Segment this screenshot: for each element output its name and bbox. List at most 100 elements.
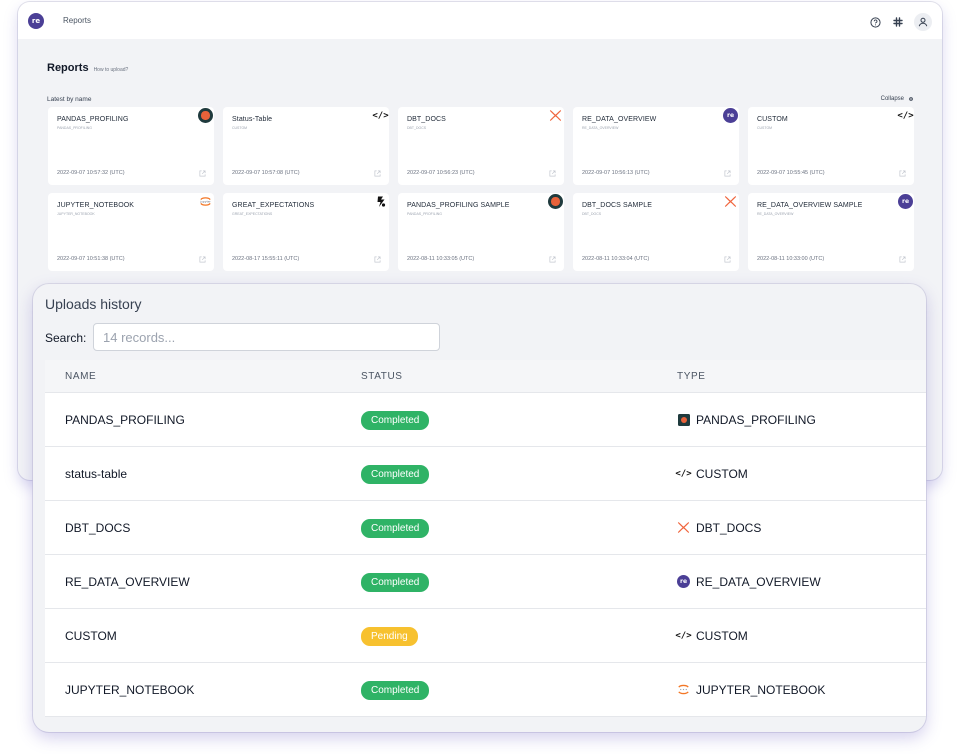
card-subtitle: PANDAS_PROFILING (407, 212, 442, 216)
row-name: CUSTOM (65, 628, 117, 643)
external-link-icon[interactable] (899, 256, 906, 263)
card-subtitle: CUSTOM (757, 126, 773, 130)
card-title: RE_DATA_OVERVIEW (582, 116, 657, 123)
code-icon: </> (675, 468, 692, 479)
collapse-icon (909, 97, 913, 101)
collapse-button[interactable]: Collapse (881, 96, 914, 102)
row-name: DBT_DOCS (65, 520, 131, 535)
status-badge: Completed (361, 518, 430, 538)
external-link-icon[interactable] (724, 256, 731, 263)
page-title: Reports (47, 62, 89, 74)
card-subtitle: DBT_DOCS (407, 126, 427, 130)
row-name: status-table (65, 466, 128, 481)
table-row[interactable]: DBT_DOCS Completed DBT_DOCS (45, 501, 926, 555)
card-title: DBT_DOCS (407, 116, 446, 123)
collapse-label: Collapse (880, 96, 904, 102)
report-card[interactable]: </> CUSTOM CUSTOM 2022-09-07 10:55:45 (U… (748, 107, 914, 185)
card-title: RE_DATA_OVERVIEW SAMPLE (757, 202, 863, 209)
report-card[interactable]: PANDAS_PROFILING SAMPLE PANDAS_PROFILING… (398, 193, 564, 271)
jupyter-icon (677, 683, 690, 696)
uploads-history-title: Uploads history (45, 296, 142, 312)
card-title: Status-Table (232, 116, 273, 123)
table-row[interactable]: PANDAS_PROFILING Completed PANDAS_PROFIL… (45, 393, 926, 447)
column-header-status[interactable]: STATUS (361, 371, 677, 382)
card-subtitle: GREAT_EXPECTATIONS (232, 212, 273, 216)
uploads-history-panel: Uploads history Search: NAME STATUS TYPE… (33, 284, 926, 732)
row-name: RE_DATA_OVERVIEW (65, 574, 190, 589)
row-type: JUPYTER_NOTEBOOK (696, 682, 826, 697)
status-badge: Completed (361, 410, 430, 430)
pandas-icon (548, 194, 563, 209)
report-card[interactable]: jupyter JUPYTER_NOTEBOOK JUPYTER_NOTEBOO… (48, 193, 214, 271)
status-badge: Pending (361, 626, 418, 646)
card-date: 2022-08-11 10:33:05 (UTC) (407, 256, 475, 262)
external-link-icon[interactable] (549, 170, 556, 177)
external-link-icon[interactable] (199, 256, 206, 263)
row-type: RE_DATA_OVERVIEW (696, 574, 821, 589)
re-data-icon: re (677, 575, 690, 588)
svg-text:jupyter: jupyter (199, 200, 211, 204)
card-title: JUPYTER_NOTEBOOK (57, 202, 135, 209)
uploads-table: NAME STATUS TYPE PANDAS_PROFILING Comple… (45, 360, 926, 717)
row-type: CUSTOM (696, 628, 748, 643)
table-row[interactable]: RE_DATA_OVERVIEW Completed re RE_DATA_OV… (45, 555, 926, 609)
card-title: CUSTOM (757, 116, 788, 123)
latest-by-name-label: Latest by name (47, 96, 92, 103)
external-link-icon[interactable] (374, 256, 381, 263)
external-link-icon[interactable] (199, 170, 206, 177)
column-header-name[interactable]: NAME (45, 371, 361, 382)
card-date: 2022-09-07 10:55:45 (UTC) (757, 170, 825, 176)
report-card[interactable]: GREAT_EXPECTATIONS GREAT_EXPECTATIONS 20… (223, 193, 389, 271)
card-date: 2022-09-07 10:57:08 (UTC) (232, 170, 300, 176)
card-date: 2022-09-07 10:56:13 (UTC) (582, 170, 650, 176)
slack-icon[interactable] (891, 15, 905, 29)
report-card[interactable]: DBT_DOCS SAMPLE DBT_DOCS 2022-08-11 10:3… (573, 193, 739, 271)
external-link-icon[interactable] (374, 170, 381, 177)
card-title: PANDAS_PROFILING SAMPLE (407, 202, 510, 209)
great-expectations-icon (373, 194, 388, 209)
help-icon[interactable] (868, 15, 882, 29)
re-data-icon: re (723, 108, 738, 123)
re-data-icon: re (898, 194, 913, 209)
dbt-icon (723, 194, 738, 209)
table-row[interactable]: JUPYTER_NOTEBOOK Completed JUPYTER_NOTEB… (45, 663, 926, 717)
pandas-icon (198, 108, 213, 123)
report-card[interactable]: PANDAS_PROFILING PANDAS_PROFILING 2022-0… (48, 107, 214, 185)
table-header: NAME STATUS TYPE (45, 360, 926, 393)
search-input[interactable] (93, 323, 440, 351)
column-header-type[interactable]: TYPE (677, 371, 926, 382)
row-type: DBT_DOCS (696, 520, 762, 535)
card-subtitle: DBT_DOCS (582, 212, 602, 216)
report-card[interactable]: </> Status-Table CUSTOM 2022-09-07 10:57… (223, 107, 389, 185)
card-title: DBT_DOCS SAMPLE (582, 202, 652, 209)
report-card[interactable]: DBT_DOCS DBT_DOCS 2022-09-07 10:56:23 (U… (398, 107, 564, 185)
code-icon: </> (372, 110, 389, 121)
external-link-icon[interactable] (549, 256, 556, 263)
card-date: 2022-08-11 10:33:04 (UTC) (582, 256, 650, 262)
external-link-icon[interactable] (724, 170, 731, 177)
card-date: 2022-09-07 10:57:32 (UTC) (57, 170, 125, 176)
pandas-icon (677, 413, 690, 426)
dbt-icon (548, 108, 563, 123)
table-row[interactable]: CUSTOM Pending </> CUSTOM (45, 609, 926, 663)
report-card[interactable]: re RE_DATA_OVERVIEW RE_DATA_OVERVIEW 202… (573, 107, 739, 185)
code-icon: </> (897, 110, 914, 121)
card-date: 2022-08-17 15:55:11 (UTC) (232, 256, 300, 262)
breadcrumb[interactable]: Reports (63, 16, 91, 25)
report-card[interactable]: re RE_DATA_OVERVIEW SAMPLE RE_DATA_OVERV… (748, 193, 914, 271)
status-badge: Completed (361, 680, 430, 700)
search-label: Search: (45, 331, 87, 345)
card-date: 2022-08-11 10:33:00 (UTC) (757, 256, 825, 262)
code-icon: </> (675, 630, 692, 641)
card-subtitle: JUPYTER_NOTEBOOK (57, 212, 95, 216)
external-link-icon[interactable] (899, 170, 906, 177)
how-to-upload-link[interactable]: How to upload? (94, 67, 129, 73)
card-subtitle: RE_DATA_OVERVIEW (582, 126, 619, 130)
row-name: PANDAS_PROFILING (65, 412, 185, 427)
re-data-logo[interactable]: re (28, 12, 44, 29)
user-icon[interactable] (914, 13, 932, 31)
card-date: 2022-09-07 10:51:38 (UTC) (57, 256, 125, 262)
table-row[interactable]: status-table Completed </> CUSTOM (45, 447, 926, 501)
card-subtitle: PANDAS_PROFILING (57, 126, 92, 130)
card-date: 2022-09-07 10:56:23 (UTC) (407, 170, 475, 176)
